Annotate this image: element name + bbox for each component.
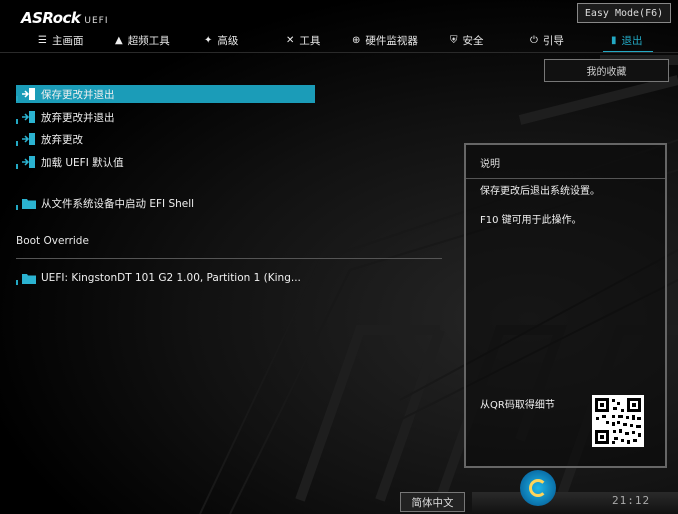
qr-code: [592, 395, 644, 447]
brand-name: ASRock: [21, 9, 81, 27]
tab-hardware-monitor[interactable]: ⊕ 硬件监视器: [352, 30, 418, 50]
menu-item-discard-changes[interactable]: 放弃更改: [16, 130, 83, 148]
tab-label: 安全: [462, 34, 484, 47]
tab-security[interactable]: ⛨ 安全: [450, 30, 484, 50]
menu-item-load-defaults[interactable]: 加载 UEFI 默认值: [16, 153, 124, 171]
menu-item-label: 从文件系统设备中启动 EFI Shell: [41, 197, 195, 210]
easy-mode-button[interactable]: Easy Mode(F6): [577, 3, 671, 23]
rocket-icon: ▲: [115, 34, 123, 46]
monitor-icon: ⊕: [352, 34, 361, 46]
exit-icon: ▮: [611, 34, 617, 46]
tab-label: 工具: [299, 34, 321, 47]
main-tabs: ☰ 主画面 ▲ 超频工具 ✦ 高级 ✕ 工具 ⊕ 硬件监视器 ⛨ 安全 ⏻ 引导 ▮ 退出: [0, 30, 678, 53]
item-marker: [16, 95, 18, 101]
boot-override-heading: Boot Override: [16, 235, 89, 247]
tab-label: 高级: [217, 34, 239, 47]
menu-item-efi-shell[interactable]: 从文件系统设备中启动 EFI Shell: [16, 194, 194, 212]
description-title: 说明: [480, 159, 500, 170]
menu-item-label: 放弃更改并退出: [41, 111, 115, 124]
list-icon: ☰: [38, 34, 47, 46]
favorites-button[interactable]: 我的收藏: [544, 59, 669, 82]
folder-icon: [22, 272, 36, 284]
tab-oc-tweaker[interactable]: ▲ 超频工具: [115, 30, 170, 50]
description-text: 保存更改后退出系统设置。: [480, 186, 600, 197]
description-panel: 说明 保存更改后退出系统设置。 F10 键可用于此操作。 从QR码取得细节: [464, 143, 667, 468]
item-marker: [16, 204, 18, 210]
menu-item-save-exit[interactable]: 保存更改并退出: [16, 85, 315, 103]
shield-icon: ⛨: [450, 34, 458, 46]
tab-label: 硬件监视器: [365, 34, 418, 47]
tab-label: 超频工具: [127, 34, 170, 47]
menu-item-label: 加载 UEFI 默认值: [41, 156, 124, 169]
item-marker: [16, 163, 18, 169]
tab-label: 引导: [542, 34, 564, 47]
menu-item-label: UEFI: KingstonDT 101 G2 1.00, Partition …: [41, 272, 301, 284]
tab-advanced[interactable]: ✦ 高级: [204, 30, 238, 50]
description-hotkey: F10 键可用于此操作。: [480, 215, 582, 226]
watermark-logo-icon: [520, 470, 556, 506]
asrock-logo: ASRock UEFI: [21, 9, 109, 27]
menu-item-label: 放弃更改: [41, 133, 83, 146]
star-icon: ✦: [204, 34, 213, 46]
tab-label: 退出: [621, 34, 643, 47]
item-marker: [16, 279, 18, 285]
tab-main[interactable]: ☰ 主画面: [38, 30, 83, 50]
section-divider: [16, 258, 442, 259]
tools-icon: ✕: [286, 34, 295, 46]
menu-item-boot-device[interactable]: UEFI: KingstonDT 101 G2 1.00, Partition …: [16, 269, 301, 287]
item-marker: [16, 140, 18, 146]
menu-item-label: 保存更改并退出: [41, 88, 115, 101]
menu-item-discard-exit[interactable]: 放弃更改并退出: [16, 108, 115, 126]
exit-door-icon: [22, 111, 36, 123]
qr-hint: 从QR码取得细节: [480, 400, 555, 411]
language-button[interactable]: 简体中文: [400, 492, 465, 512]
tab-tools[interactable]: ✕ 工具: [286, 30, 320, 50]
tab-exit[interactable]: ▮ 退出: [603, 30, 652, 53]
clock: 21:12: [612, 494, 651, 507]
tab-boot[interactable]: ⏻ 引导: [530, 30, 564, 50]
description-divider: [466, 178, 665, 179]
exit-door-icon: [22, 133, 36, 145]
exit-door-icon: [22, 88, 36, 100]
power-icon: ⏻: [530, 34, 538, 46]
tab-label: 主画面: [51, 34, 84, 47]
exit-door-icon: [22, 156, 36, 168]
folder-icon: [22, 197, 36, 209]
brand-sub: UEFI: [84, 16, 109, 26]
header-divider: [0, 52, 678, 53]
item-marker: [16, 118, 18, 124]
